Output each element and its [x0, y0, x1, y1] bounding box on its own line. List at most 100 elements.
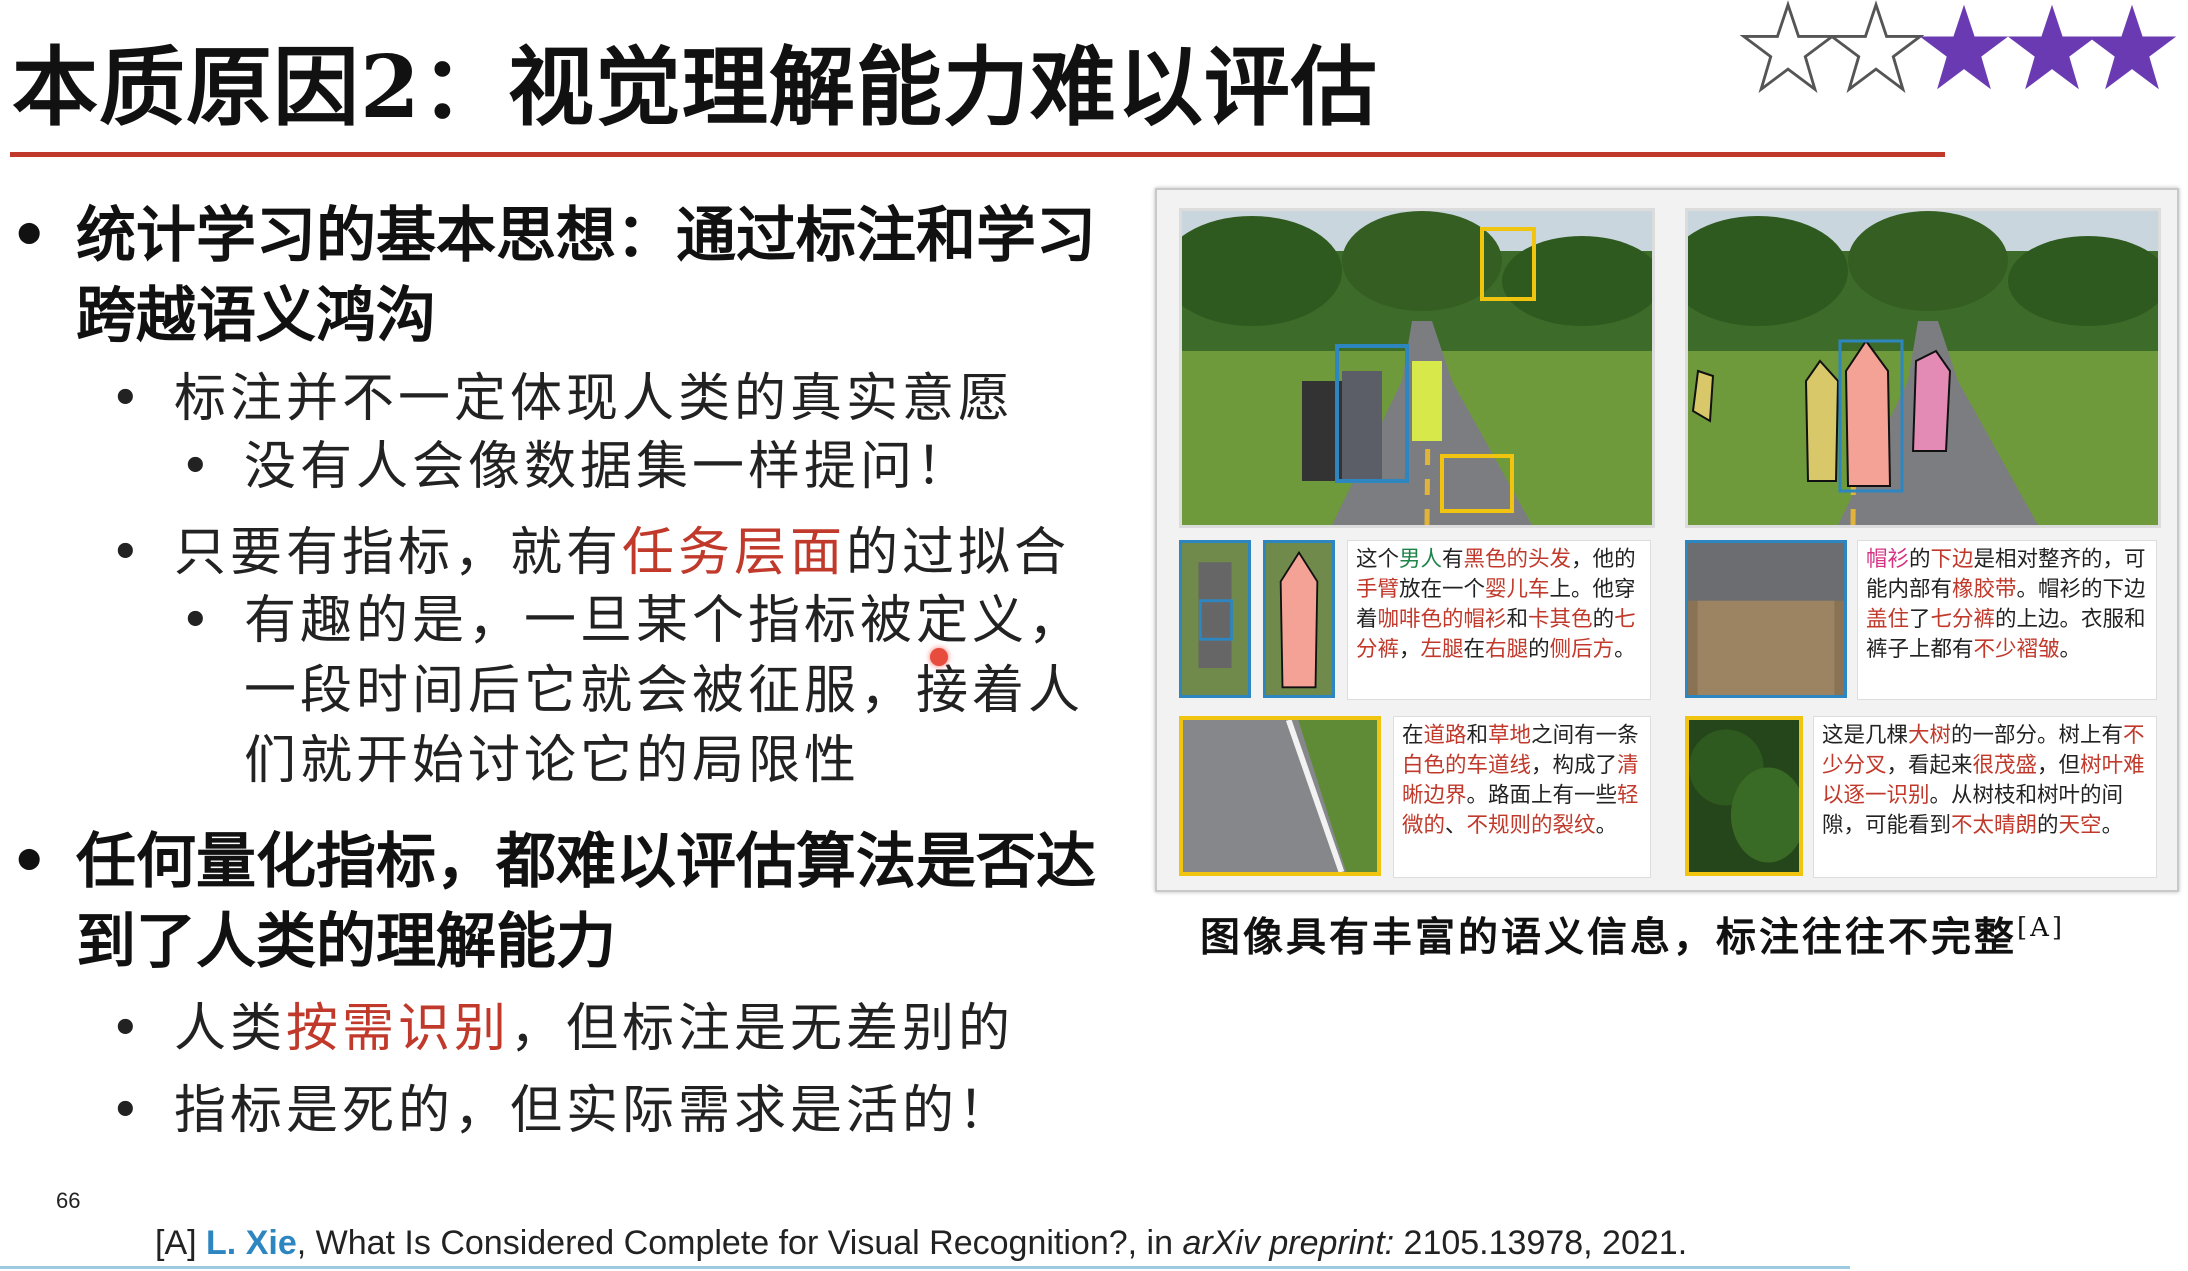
desc-term: 裂纹 — [1552, 813, 1596, 838]
desc-text: ，但 — [2037, 753, 2081, 778]
caption-reference: [A] — [2017, 913, 2066, 943]
desc-term: 草地 — [1488, 723, 1532, 748]
bullet-task-overfitting: • 只要有指标，就有任务层面的过拟合 — [110, 518, 1120, 588]
desc-term: 大树 — [1908, 723, 1952, 748]
desc-term: 不规则的 — [1466, 813, 1553, 838]
reference-title: , What Is Considered Complete for Visual… — [296, 1224, 1183, 1262]
desc-text: ，构成了 — [1531, 753, 1618, 778]
star-filled-icon — [1919, 4, 2009, 90]
bullet-dot: • — [10, 827, 49, 897]
desc-text: 在 — [1402, 723, 1424, 748]
bullet-text-post: ，但标注是无差别的 — [510, 999, 1015, 1059]
bullet-metric-conquered: • 有趣的是，一旦某个指标被定义，一段时间后它就会被征服，接着人们就开始讨论它的… — [180, 586, 1120, 796]
desc-term: 右腿 — [1485, 637, 1529, 662]
desc-text: 放在一个 — [1399, 577, 1486, 602]
bullet-text: 指标是死的，但实际需求是活的！ — [174, 1081, 1015, 1141]
bullet-text: 有趣的是，一旦某个指标被定义，一段时间后它就会被征服，接着人们就开始讨论它的局限… — [244, 591, 1085, 791]
desc-term: 帽衫 — [1866, 547, 1910, 572]
bullet-text: 统计学习的基本思想：通过标注和学习跨越语义鸿沟 — [76, 201, 1096, 351]
desc-term: 树叶 — [2080, 753, 2124, 778]
desc-text: 这个 — [1356, 547, 1400, 572]
park-photo-bbox — [1179, 208, 1655, 528]
desc-text: 这是几棵 — [1822, 723, 1909, 748]
desc-text: 的 — [1592, 607, 1615, 632]
hoodie-crop-image — [1688, 543, 1844, 695]
desc-term: 不太晴朗 — [1951, 813, 2038, 838]
park-photo-masks — [1685, 208, 2161, 528]
road-crop-image — [1183, 720, 1377, 872]
desc-term: 不少褶皱 — [1973, 637, 2060, 662]
desc-text: 。 — [1595, 813, 1618, 838]
desc-text: 。 — [2059, 637, 2082, 662]
desc-text: 和 — [1466, 723, 1489, 748]
road-crop-thumbnail — [1179, 716, 1381, 876]
bullet-text-pre: 人类 — [174, 999, 287, 1059]
desc-term: 七分裤 — [1930, 607, 1996, 632]
desc-term: 咖啡色的帽衫 — [1377, 607, 1507, 632]
desc-text: ，他的 — [1571, 547, 1636, 572]
park-scene-mask-image — [1688, 211, 2158, 525]
page-number: 66 — [56, 1188, 81, 1213]
slide-title: 本质原因2：视觉理解能力难以评估 — [12, 37, 1378, 138]
desc-text: 的 — [1909, 547, 1931, 572]
bullet-dot: • — [110, 523, 145, 583]
desc-text: 的一部分。树上有 — [1951, 723, 2124, 748]
desc-term: 很茂盛 — [1972, 753, 2038, 778]
bullet-text-pre: 只要有指标，就有 — [174, 523, 623, 583]
desc-term: 左腿 — [1420, 637, 1464, 662]
desc-text: 、 — [1445, 813, 1467, 838]
bullet-text-post: 的过拟合 — [846, 523, 1071, 583]
reference-citation: [A] L. Xie, What Is Considered Complete … — [155, 1220, 1855, 1266]
desc-text: 。 — [1614, 637, 1636, 662]
bullet-text: 人类按需识别，但标注是无差别的 — [174, 994, 1174, 1064]
description-road: 在道路和草地之间有一条白色的车道线，构成了清晰边界。路面上有一些轻微的、不规则的… — [1393, 716, 1651, 878]
man-mask-image — [1266, 543, 1332, 695]
description-man: 这个男人有黑色的头发，他的手臂放在一个婴儿车上。他穿着咖啡色的帽衫和卡其色的七分… — [1347, 540, 1651, 700]
laser-pointer-dot — [930, 648, 948, 666]
desc-text: 。 — [2101, 813, 2124, 838]
desc-term: 男人 — [1399, 547, 1443, 572]
desc-term: 白色的车道线 — [1402, 753, 1532, 778]
caption-text: 图像具有丰富的语义信息，标注往往不完整 — [1200, 913, 2017, 961]
bullet-dot: • — [180, 437, 215, 497]
desc-text: 。路面上有一些 — [1466, 783, 1618, 808]
desc-term: 手臂 — [1356, 577, 1400, 602]
desc-term: 橡胶带 — [1952, 577, 2017, 602]
desc-text: 。帽衫的下边 — [2016, 577, 2146, 602]
park-scene-image — [1182, 211, 1652, 525]
man-crop-image — [1182, 543, 1248, 695]
desc-term: 道路 — [1423, 723, 1467, 748]
difficulty-rating — [1740, 0, 2180, 96]
bullet-dot: • — [110, 1081, 145, 1141]
desc-text: 在 — [1463, 637, 1486, 662]
man-mask-thumbnail — [1263, 540, 1335, 698]
bullet-annotation-intent: • 标注并不一定体现人类的真实意愿 — [110, 364, 1120, 434]
highlight-task-level: 任务层面 — [622, 523, 847, 583]
description-hoodie: 帽衫的下边是相对整齐的，可能内部有橡胶带。帽衫的下边盖住了七分裤的上边。衣服和裤… — [1857, 540, 2157, 700]
bullet-dot: • — [180, 591, 215, 651]
man-crop-thumbnail — [1179, 540, 1251, 698]
title-underline — [10, 152, 1945, 157]
bullet-on-demand-recognition: • 人类按需识别，但标注是无差别的 — [110, 994, 1120, 1064]
tree-crop-image — [1689, 720, 1799, 872]
reference-details: 2105.13978, 2021. — [1394, 1224, 1688, 1262]
bullet-dataset-questions: • 没有人会像数据集一样提问！ — [180, 432, 1120, 502]
reference-tag: [A] — [155, 1224, 197, 1262]
bullet-dot: • — [110, 999, 145, 1059]
footer-rule — [0, 1266, 1850, 1269]
desc-term: 下边 — [1930, 547, 1974, 572]
desc-text: 的 — [2037, 813, 2059, 838]
description-tree: 这是几棵大树的一部分。树上有不少分叉，看起来很茂盛，但树叶难以逐一识别。从树枝和… — [1813, 716, 2157, 878]
tree-crop-thumbnail — [1685, 716, 1803, 876]
desc-term: 侧后方 — [1549, 637, 1615, 662]
highlight-on-demand: 按需识别 — [286, 999, 511, 1059]
figure-semantic-annotation: 这个男人有黑色的头发，他的手臂放在一个婴儿车上。他穿着咖啡色的帽衫和卡其色的七分… — [1155, 188, 2179, 892]
desc-term: 天空 — [2058, 813, 2102, 838]
star-filled-icon — [2087, 4, 2177, 90]
figure-caption: 图像具有丰富的语义信息，标注往往不完整[A] — [1200, 898, 2170, 961]
bullet-text: 只要有指标，就有任务层面的过拟合 — [174, 518, 1174, 588]
bullet-dot: • — [110, 369, 145, 429]
desc-text: 之间有一条 — [1531, 723, 1639, 748]
bullet-metrics-static: • 指标是死的，但实际需求是活的！ — [110, 1076, 1120, 1146]
desc-text: 的 — [1528, 637, 1550, 662]
